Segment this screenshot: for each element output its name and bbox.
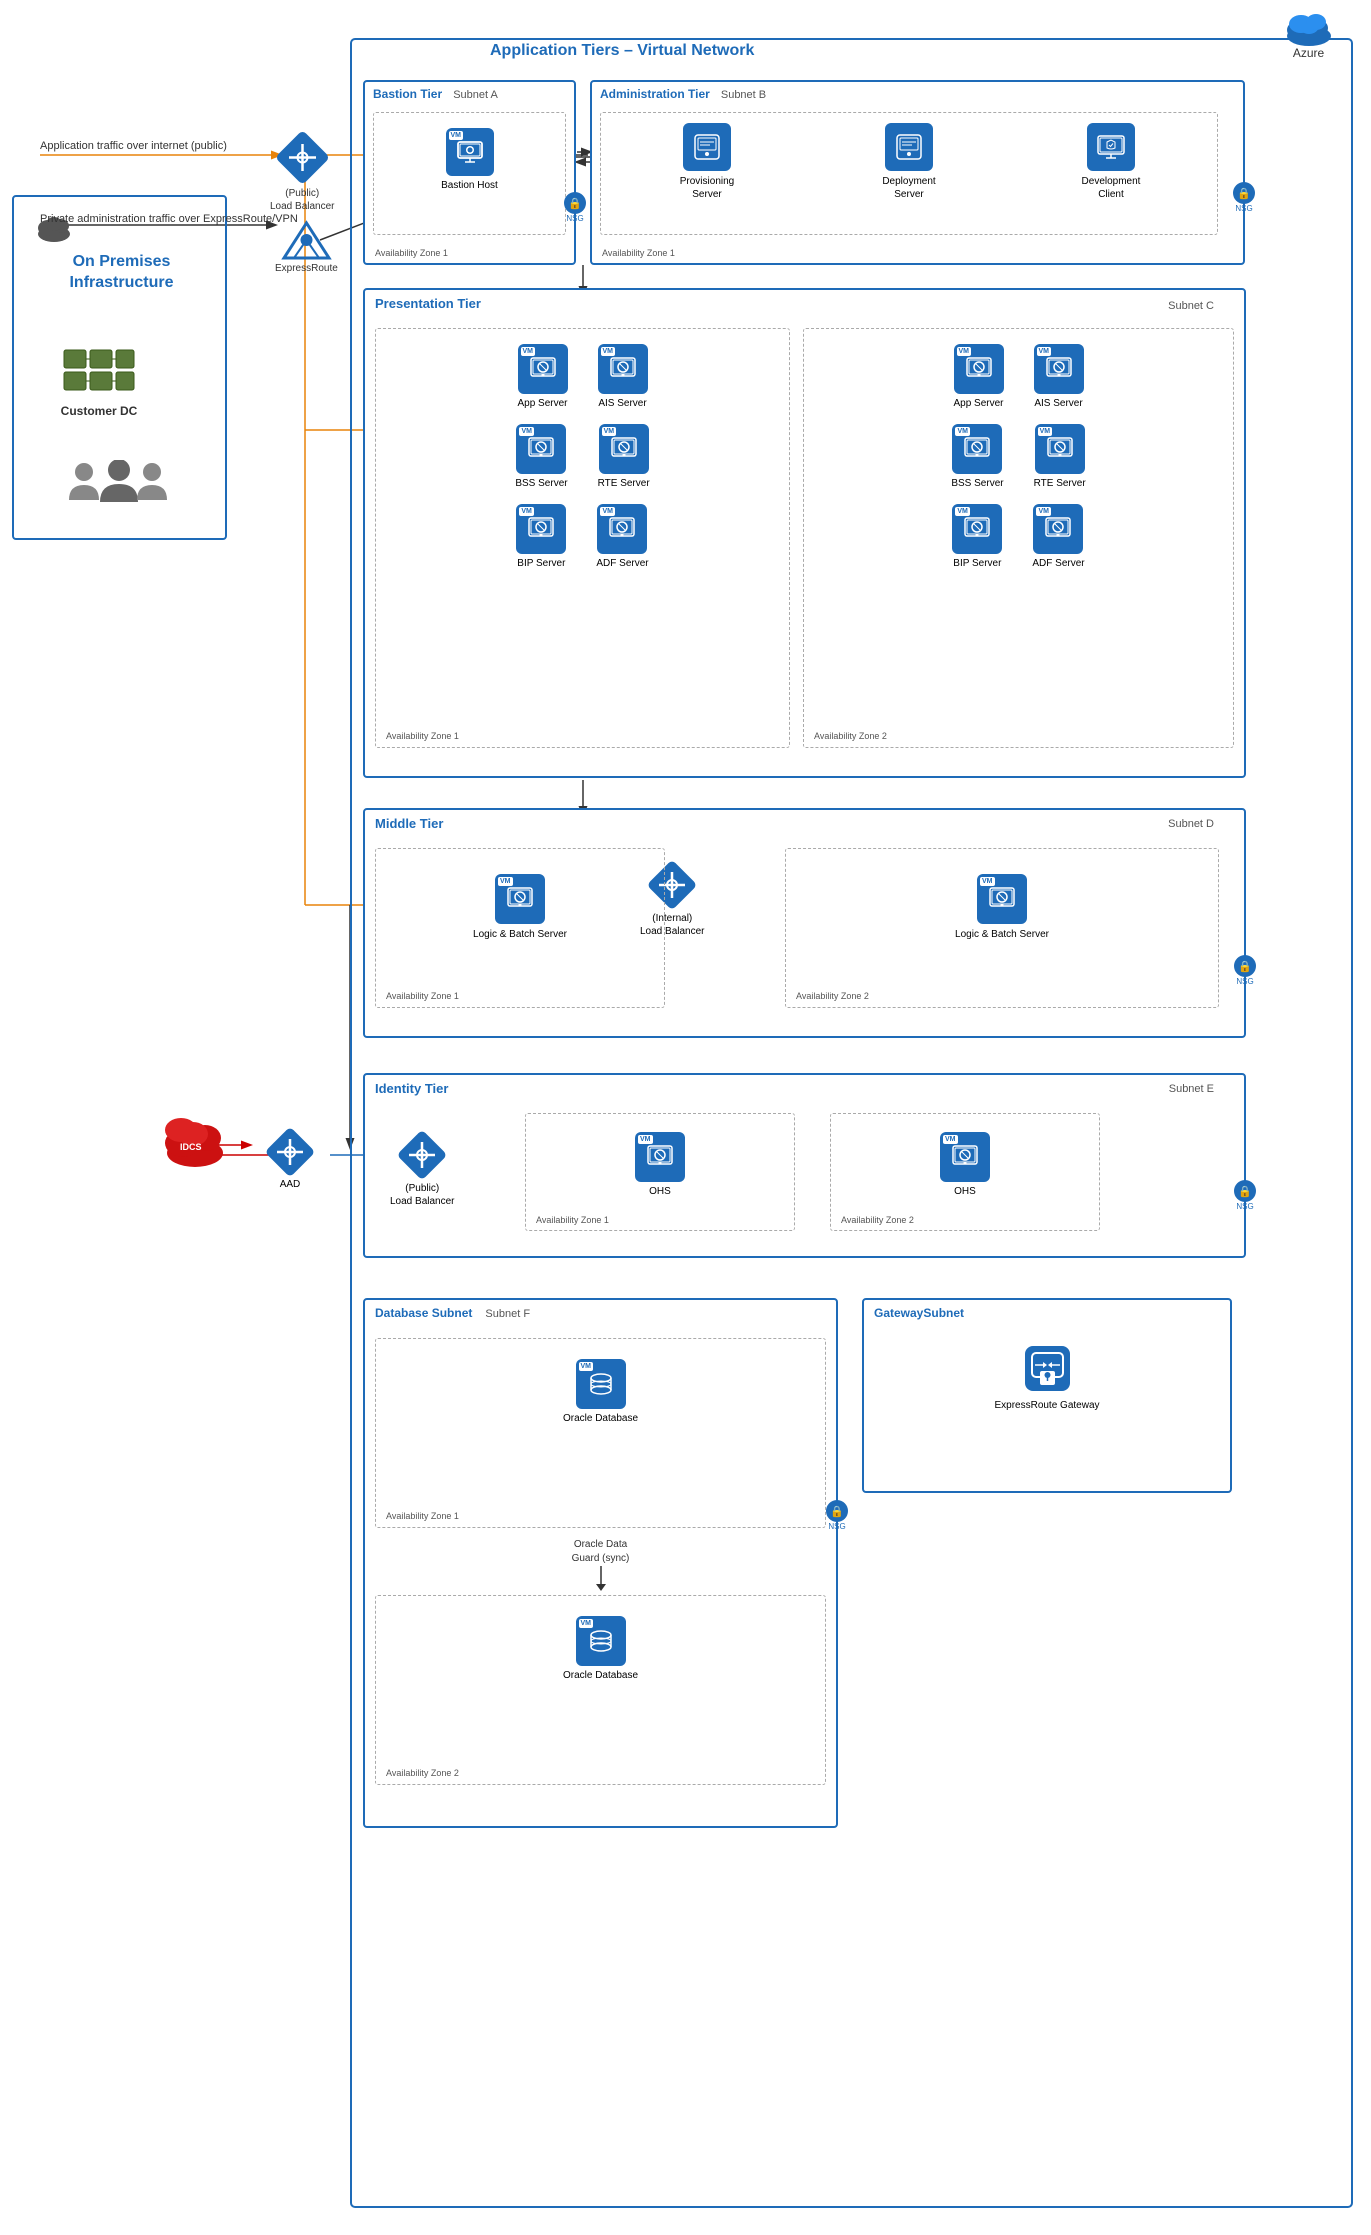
- adf-server-z2-icon: VM ADF Server: [1032, 504, 1084, 569]
- oracle-db-z2-icon: VM Oracle Database: [376, 1596, 825, 1689]
- gateway-subnet-box: GatewaySubnet ExpressRoute Gateway: [862, 1298, 1232, 1493]
- ais-server-z1-icon: VM AIS Server: [598, 344, 648, 409]
- logic-batch-z2-icon: VM Logic & Batch Server: [786, 849, 1218, 951]
- customer-dc-icon: Customer DC: [59, 342, 139, 418]
- public-lb-top: (Public)Load Balancer: [270, 130, 335, 213]
- on-premises-box: On PremisesInfrastructure Customer DC: [12, 195, 227, 540]
- bastion-host-icon: VM Bastion Host: [374, 113, 565, 196]
- pres-tier-label: Presentation Tier Subnet C: [365, 290, 1244, 317]
- middle-nsg: 🔒 NSG: [1234, 955, 1256, 986]
- expressroute-gw-icon: ExpressRoute Gateway: [864, 1326, 1230, 1426]
- gw-subnet-label: GatewaySubnet: [864, 1300, 1230, 1326]
- middle-zone2-box: VM Logic & Batch Server Availability Zon…: [785, 848, 1219, 1008]
- development-client-icon: DevelopmentClient: [1066, 123, 1156, 201]
- identity-nsg: 🔒 NSG: [1234, 1180, 1256, 1211]
- admin-servers-row: ProvisioningServer DeploymentServer: [601, 113, 1217, 206]
- middle-tier-label: Middle Tier Subnet D: [365, 810, 1244, 837]
- admin-nsg: 🔒 NSG: [1233, 182, 1255, 213]
- pres-zone1-row1: VM App Server VM AIS Server: [376, 329, 789, 414]
- ais-server-z2-icon: VM AIS Server: [1034, 344, 1084, 409]
- bastion-tier-label: Bastion Tier Subnet A: [365, 82, 574, 106]
- db-zone2-box: VM Oracle Database Availability Zone 2: [375, 1595, 826, 1785]
- admin-zone-box: ProvisioningServer DeploymentServer: [600, 112, 1218, 235]
- people-icon: [64, 460, 174, 518]
- traffic-label: Application traffic over internet (publi…: [40, 140, 227, 152]
- pres-zone2-row1: VM App Server VM AIS Server: [804, 329, 1233, 414]
- identity-zone1-box: VM OHS Availability Zone 1: [525, 1113, 795, 1231]
- middle-zone1-box: VM Logic & Batch Server Availability Zon…: [375, 848, 665, 1008]
- ohs-z2-icon: VM OHS: [831, 1114, 1099, 1205]
- app-server-z2-icon: VM App Server: [953, 344, 1003, 409]
- admin-tier-box: Administration Tier Subnet B: [590, 80, 1245, 265]
- svg-text:IDCS: IDCS: [180, 1142, 202, 1152]
- bip-server-z1-icon: VM BIP Server: [516, 504, 566, 569]
- middle-tier-box: Middle Tier Subnet D (Internal)Load Bala…: [363, 808, 1246, 1038]
- data-guard-label: Oracle DataGuard (sync): [365, 1538, 836, 1591]
- database-subnet-box: Database Subnet Subnet F VM Oracle Datab…: [363, 1298, 838, 1828]
- rte-server-z1-icon: VM RTE Server: [598, 424, 650, 489]
- on-premises-title: On PremisesInfrastructure: [44, 252, 199, 294]
- aad-icon: AAD: [265, 1127, 315, 1190]
- db-subnet-label: Database Subnet Subnet F: [365, 1300, 836, 1326]
- oracle-db-z1-icon: VM Oracle Database: [376, 1339, 825, 1432]
- diagram-container: Azure Application Tiers – Virtual Networ…: [0, 0, 1371, 2235]
- private-traffic-label: Private administration traffic over Expr…: [40, 213, 298, 225]
- adf-server-z1-icon: VM ADF Server: [596, 504, 648, 569]
- pres-zone1-row3: VM BIP Server VM ADF Server: [376, 494, 789, 574]
- admin-tier-label: Administration Tier Subnet B: [592, 82, 1243, 106]
- rte-server-z2-icon: VM RTE Server: [1034, 424, 1086, 489]
- bss-server-z2-icon: VM BSS Server: [951, 424, 1003, 489]
- logic-batch-z1-icon: VM Logic & Batch Server: [376, 849, 664, 951]
- identity-public-lb-icon: (Public)Load Balancer: [390, 1130, 455, 1208]
- idcs-icon: IDCS: [155, 1108, 235, 1173]
- provisioning-server-icon: ProvisioningServer: [662, 123, 752, 201]
- pres-zone2-row2: VM BSS Server VM RTE Server: [804, 414, 1233, 494]
- bip-server-z2-icon: VM BIP Server: [952, 504, 1002, 569]
- identity-zone2-box: VM OHS Availability Zone 2: [830, 1113, 1100, 1231]
- expressroute-icon: ExpressRoute: [275, 218, 338, 274]
- pres-zone2-box: VM App Server VM AIS Server V: [803, 328, 1234, 748]
- ohs-z1-icon: VM OHS: [526, 1114, 794, 1205]
- identity-tier-label: Identity Tier Subnet E: [365, 1075, 1244, 1102]
- db-zone1-box: VM Oracle Database Availability Zone 1: [375, 1338, 826, 1528]
- deployment-server-icon: DeploymentServer: [864, 123, 954, 201]
- db-nsg: 🔒 NSG: [826, 1500, 848, 1531]
- app-server-z1-icon: VM App Server: [517, 344, 567, 409]
- bastion-nsg: 🔒 NSG: [564, 192, 586, 223]
- identity-tier-box: Identity Tier Subnet E VM OHS Availabili…: [363, 1073, 1246, 1258]
- pres-zone2-row3: VM BIP Server VM ADF Server: [804, 494, 1233, 574]
- bss-server-z1-icon: VM BSS Server: [515, 424, 567, 489]
- presentation-tier-box: Presentation Tier Subnet C VM App Server: [363, 288, 1246, 778]
- pres-zone1-box: VM App Server VM AIS Server: [375, 328, 790, 748]
- bastion-zone-box: VM Bastion Host: [373, 112, 566, 235]
- bastion-tier-box: Bastion Tier Subnet A VM Bast: [363, 80, 576, 265]
- pres-zone1-row2: VM BSS Server VM RTE Server: [376, 414, 789, 494]
